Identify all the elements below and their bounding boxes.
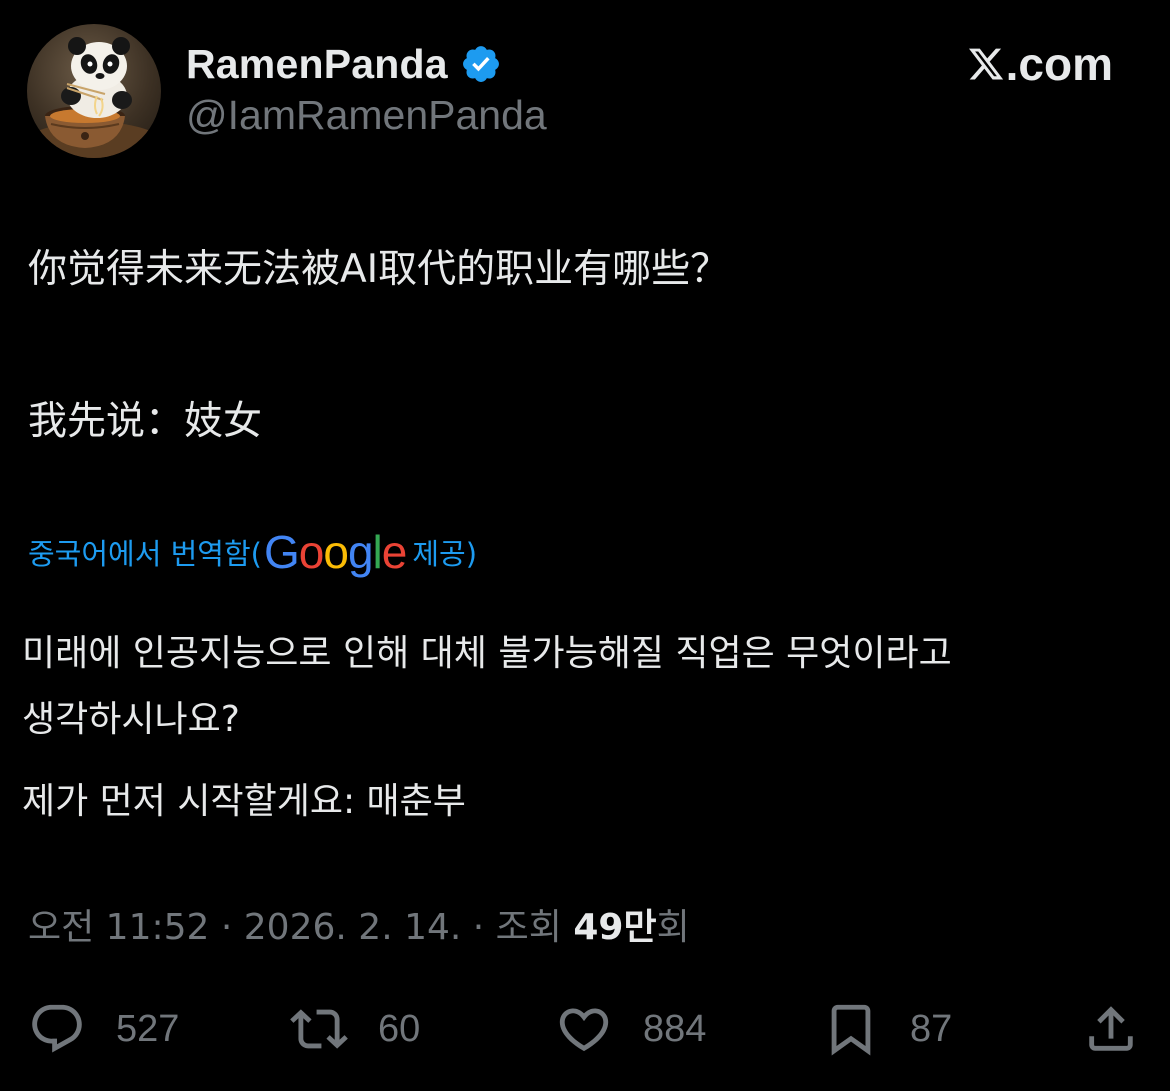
- user-handle[interactable]: @IamRamenPanda: [186, 92, 547, 139]
- bookmark-count: 87: [910, 1007, 953, 1050]
- repost-button[interactable]: 60: [290, 998, 420, 1060]
- avatar[interactable]: [27, 24, 161, 158]
- meta-separator: ·: [209, 907, 244, 948]
- repost-icon: [290, 1009, 348, 1049]
- translation-attribution[interactable]: 중국어에서 번역함( Google 제공): [28, 522, 477, 582]
- like-button[interactable]: 884: [555, 998, 706, 1060]
- translation-label: 중국어에서 번역함(: [28, 537, 262, 571]
- bookmark-button[interactable]: 87: [822, 998, 952, 1060]
- translated-text-line: 생각하시나요?: [22, 699, 240, 740]
- display-name-row: RamenPanda: [186, 38, 547, 90]
- verified-badge-icon: [462, 46, 499, 82]
- google-logo: Google: [263, 526, 407, 578]
- meta-separator: ·: [461, 907, 496, 948]
- like-count: 884: [643, 1007, 707, 1050]
- panda-avatar-icon: [27, 37, 161, 158]
- translated-text-line: 미래에 인공지능으로 인해 대체 불가능해질 직업은 무엇이라고: [22, 633, 952, 674]
- post-meta: 오전 11:52 · 2026. 2. 14. · 조회 49만회: [28, 898, 690, 950]
- post-time[interactable]: 오전 11:52: [28, 907, 209, 948]
- reply-button[interactable]: 527: [28, 998, 179, 1060]
- reply-count: 527: [116, 1007, 180, 1050]
- site-logo-text: .com: [1005, 38, 1113, 90]
- x-com-logo: .com: [967, 38, 1113, 90]
- action-bar: 527 60 884 87: [28, 998, 1144, 1060]
- share-button[interactable]: [1082, 998, 1140, 1060]
- x-logo-icon: [968, 48, 1003, 80]
- post-date[interactable]: 2026. 2. 14.: [244, 907, 462, 948]
- translated-text-line: 제가 먼저 시작할게요: 매춘부: [22, 781, 466, 822]
- translation-suffix: 제공): [412, 537, 478, 571]
- original-text-line: 你觉得未来无法被AI取代的职业有哪些？: [28, 247, 730, 292]
- heart-icon: [559, 1008, 609, 1052]
- display-name[interactable]: RamenPanda: [186, 41, 448, 88]
- reply-icon: [32, 1004, 82, 1053]
- share-icon: [1089, 1006, 1133, 1051]
- bookmark-icon: [831, 1004, 871, 1056]
- views-label: 조회: [495, 907, 574, 948]
- repost-count: 60: [378, 1007, 421, 1050]
- original-text-line: 我先说：妓女: [28, 399, 263, 444]
- views-suffix: 회: [656, 907, 690, 948]
- views-count: 49만: [573, 907, 657, 948]
- post-header: RamenPanda @IamRamenPanda .com: [27, 24, 1143, 158]
- user-block: RamenPanda @IamRamenPanda: [186, 38, 547, 139]
